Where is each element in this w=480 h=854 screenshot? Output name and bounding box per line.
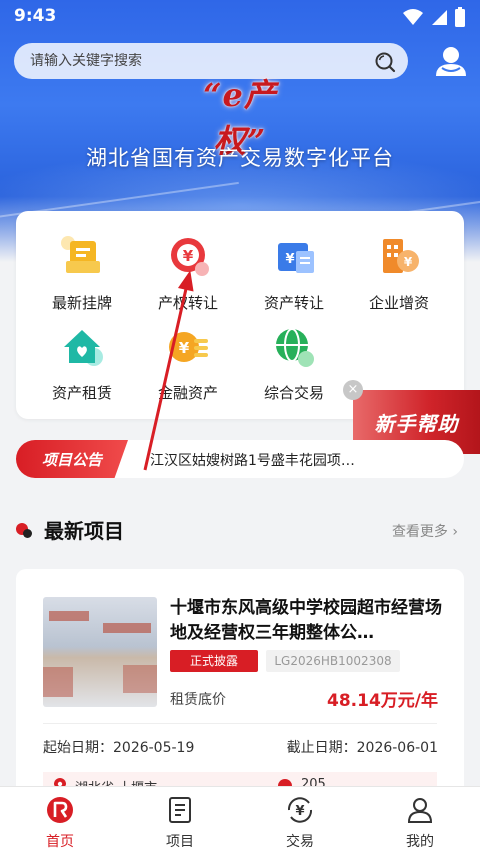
svg-text:¥: ¥ — [183, 247, 194, 265]
help-close-icon[interactable]: × — [343, 380, 363, 400]
service-capital-increase[interactable]: ¥ 企业增资 — [349, 233, 449, 313]
svg-text:¥: ¥ — [285, 252, 294, 267]
thumbnail-shelf — [123, 665, 157, 693]
tab-label: 我的 — [406, 834, 434, 850]
project-card[interactable]: 十堰市东风高级中学校园超市经营场地及经营权三年期整体公… 正式披露 LG2026… — [16, 569, 464, 799]
service-label: 产权转让 — [157, 294, 218, 312]
thumbnail-shelf — [49, 611, 89, 621]
svg-text:¥: ¥ — [404, 255, 413, 269]
end-date: 截止日期：2026-06-01 — [286, 740, 438, 756]
price-value: 48.14万元/年 — [327, 691, 438, 711]
tab-mine[interactable]: 我的 — [380, 795, 460, 851]
project-thumbnail — [43, 597, 157, 707]
listing-icon — [61, 236, 100, 273]
globe-icon — [276, 328, 314, 367]
latest-projects-header: 最新项目 查看更多 › — [16, 513, 464, 545]
tab-home[interactable]: 首页 — [20, 795, 100, 851]
service-asset-lease[interactable]: 资产租赁 — [32, 323, 132, 403]
search-icon[interactable] — [374, 51, 396, 73]
status-icons — [402, 7, 466, 27]
tab-projects[interactable]: 项目 — [140, 795, 220, 851]
project-announcement[interactable]: 项目公告 江汉区姑嫂树路1号盛丰花园项… — [16, 440, 464, 478]
yuan-exchange-icon: ¥ — [287, 797, 313, 823]
thumbnail-shelf — [43, 667, 73, 697]
service-label: 最新挂牌 — [51, 294, 112, 312]
price-label: 租赁底价 — [170, 692, 226, 708]
battery-icon — [455, 7, 465, 27]
service-integrated-trade[interactable]: 综合交易 — [244, 323, 344, 403]
svg-text:¥: ¥ — [295, 804, 304, 819]
announcement-text[interactable]: 江汉区姑嫂树路1号盛丰花园项… — [150, 450, 450, 470]
e-property-logo: “e产权” — [180, 70, 300, 160]
equity-transfer-icon: ¥ — [171, 238, 209, 276]
service-equity-transfer[interactable]: ¥ 产权转让 — [138, 233, 238, 313]
service-financial-assets[interactable]: ¥ 金融资产 — [138, 323, 238, 403]
capital-increase-icon: ¥ — [383, 239, 419, 273]
lease-icon — [64, 330, 103, 366]
section-dot-icon — [23, 529, 32, 538]
finance-icon: ¥ — [169, 332, 208, 362]
service-label: 综合交易 — [263, 384, 324, 402]
status-time: 9:43 — [14, 6, 57, 26]
service-latest-listing[interactable]: 最新挂牌 — [32, 233, 132, 313]
signal-icon — [432, 10, 447, 25]
service-label: 企业增资 — [368, 294, 429, 312]
tab-trade[interactable]: ¥ 交易 — [260, 795, 340, 851]
tab-label: 交易 — [286, 834, 314, 850]
service-label: 资产租赁 — [51, 384, 112, 402]
service-label: 金融资产 — [157, 384, 218, 402]
announcement-badge: 项目公告 — [16, 440, 128, 478]
status-badge: 正式披露 — [170, 650, 258, 672]
divider — [43, 723, 437, 724]
status-bar: 9:43 — [0, 0, 480, 34]
project-title[interactable]: 十堰市东风高级中学校园超市经营场地及经营权三年期整体公… — [170, 596, 442, 646]
section-title: 最新项目 — [44, 519, 124, 543]
project-code: LG2026HB1002308 — [266, 650, 400, 672]
service-label: 资产转让 — [263, 294, 324, 312]
project-doc-icon — [169, 797, 191, 823]
service-asset-transfer[interactable]: ¥ 资产转让 — [244, 233, 344, 313]
bottom-tab-bar: 首页 项目 ¥ 交易 我的 — [0, 786, 480, 854]
home-logo-icon — [47, 797, 73, 823]
wifi-icon — [403, 9, 423, 25]
thumbnail-shelf — [103, 623, 151, 633]
tab-label: 首页 — [46, 834, 74, 850]
asset-transfer-icon: ¥ — [278, 243, 314, 273]
user-avatar-icon[interactable] — [434, 44, 468, 78]
svg-text:¥: ¥ — [179, 339, 190, 357]
profile-icon — [407, 798, 433, 823]
view-more-link[interactable]: 查看更多 › — [392, 521, 458, 541]
platform-title: 湖北省国有资产交易数字化平台 — [86, 146, 394, 170]
services-grid: 最新挂牌 ¥ 产权转让 ¥ 资产转让 ¥ 企业增资 资产租赁 ¥ 金融资产 综合… — [16, 211, 464, 419]
start-date: 起始日期：2026-05-19 — [43, 740, 195, 756]
tab-label: 项目 — [166, 834, 194, 850]
search-input[interactable] — [30, 53, 350, 69]
